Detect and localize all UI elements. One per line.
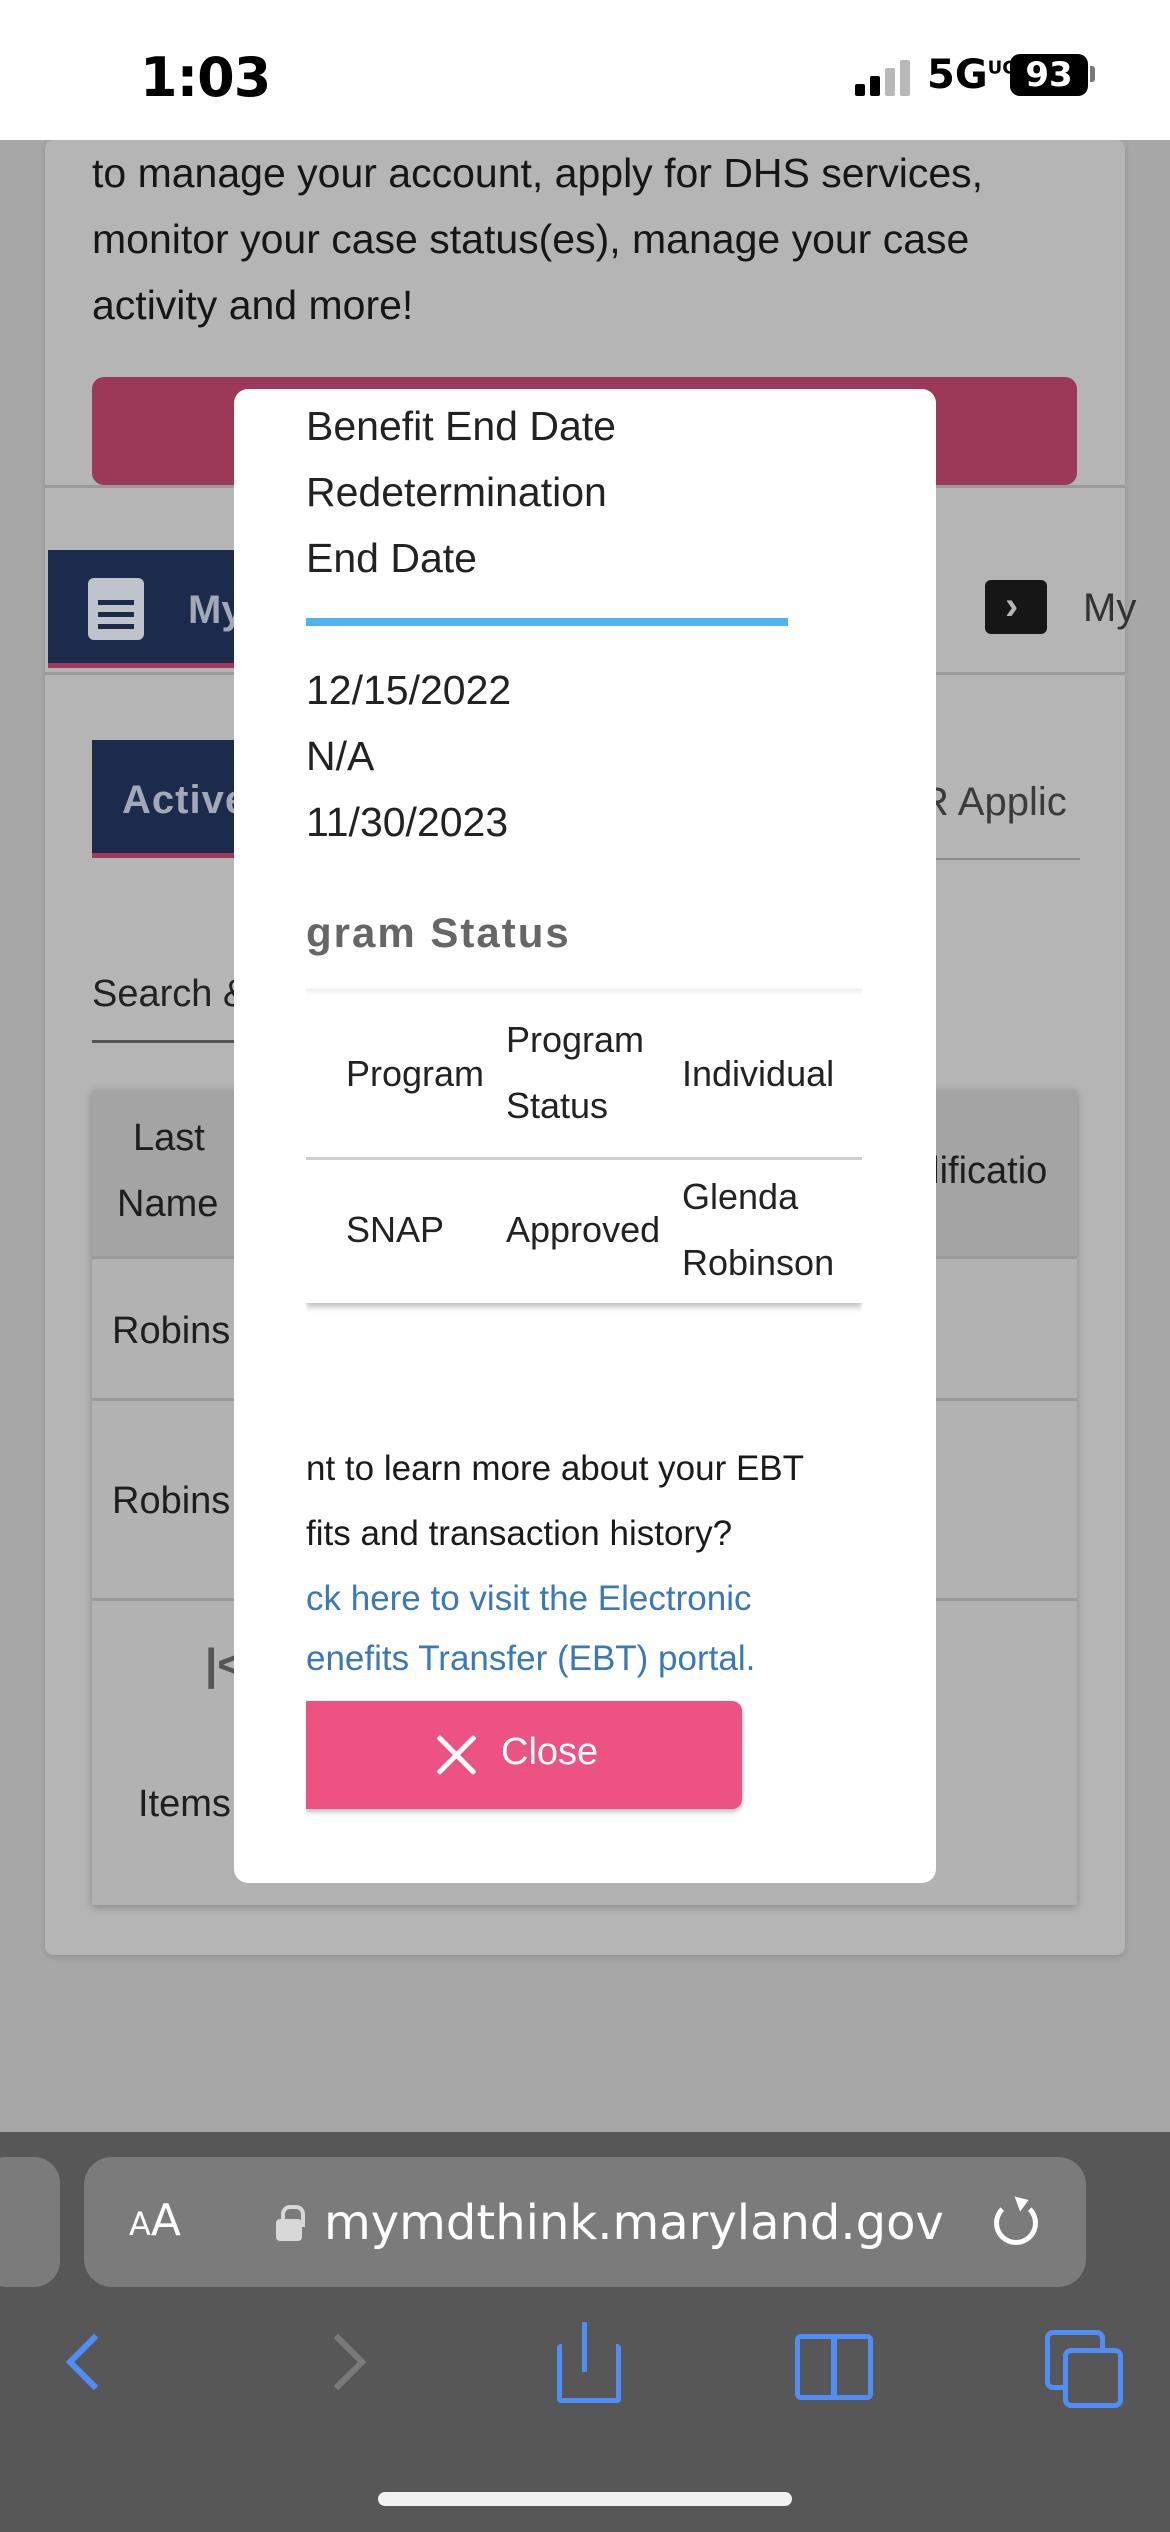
label-redetermination: Redetermination [306, 469, 607, 515]
program-status-heading: gram Status [306, 909, 571, 956]
header-name: Name [117, 1183, 219, 1225]
subtab-r-applications[interactable]: R Applic [920, 780, 1067, 825]
network-type: 5GUC [927, 52, 1016, 98]
table-row[interactable]: Robins [112, 1480, 230, 1523]
cellular-signal-icon [855, 58, 915, 96]
value-benefit-end-date: 12/15/2022 [306, 667, 512, 713]
td-individual: Glenda Robinson [682, 1176, 835, 1283]
ebt-portal-link[interactable]: ck here to visit the Electronic [306, 1579, 751, 1619]
home-indicator[interactable] [378, 2492, 792, 2506]
text-size-button[interactable]: AA [129, 2195, 181, 2246]
table-header-divider [306, 1157, 862, 1160]
table-row[interactable]: Robins [112, 1310, 230, 1353]
value-redetermination: N/A [306, 733, 375, 779]
items-per-page-label: Items [138, 1783, 231, 1825]
browser-toolbar: AA mymdthink.maryland.gov [0, 2132, 1170, 2532]
address-bar[interactable]: AA mymdthink.maryland.gov [84, 2157, 1086, 2287]
ebt-portal-link-line2[interactable]: enefits Transfer (EBT) portal. [306, 1639, 755, 1679]
back-icon[interactable] [60, 2322, 120, 2402]
program-status-table: Program Program Status Individual SNAP A… [306, 989, 862, 1303]
td-program-status: Approved [506, 1209, 661, 1250]
lock-icon [276, 2205, 305, 2241]
search-underline [92, 1040, 242, 1043]
subtab-active-label: Active [122, 778, 249, 822]
tabs-icon[interactable] [1045, 2322, 1123, 2408]
search-label[interactable]: Search & [92, 973, 248, 1016]
th-program: Program [346, 1053, 485, 1094]
forward-icon[interactable] [310, 2322, 370, 2402]
ebt-question-line1: nt to learn more about your EBT [306, 1449, 805, 1488]
label-end-date: End Date [306, 535, 477, 581]
close-button[interactable]: Close [306, 1701, 742, 1809]
battery-tip [1090, 66, 1095, 82]
header-last: Last [133, 1117, 205, 1159]
label-benefit-end-date: Benefit End Date [306, 403, 616, 449]
briefcase-icon [985, 580, 1047, 634]
table-top-shade [306, 989, 862, 995]
td-program: SNAP [346, 1209, 445, 1250]
th-program-status: Program Status [506, 1019, 645, 1126]
status-bar: 1:03 5GUC 93 [0, 0, 1170, 140]
reload-icon[interactable] [994, 2201, 1038, 2245]
section-divider [306, 618, 788, 626]
previous-tab-stub[interactable] [0, 2157, 60, 2287]
close-icon [434, 1733, 478, 1777]
ebt-question-line2: fits and transaction history? [306, 1514, 733, 1553]
tab-my-applications-label: My [1083, 586, 1137, 630]
th-individual: Individual [682, 1053, 835, 1094]
intro-text: to manage your account, apply for DHS se… [92, 150, 984, 328]
clock: 1:03 [140, 46, 271, 109]
battery-icon: 93 [1010, 54, 1088, 96]
value-end-date: 11/30/2023 [306, 799, 509, 845]
modal-content: Benefit End Date Redetermination End Dat… [306, 389, 862, 1883]
clipboard-icon [88, 578, 144, 640]
share-icon[interactable] [555, 2322, 621, 2403]
bookmarks-icon[interactable] [795, 2322, 873, 2402]
url-text[interactable]: mymdthink.maryland.gov [324, 2195, 944, 2251]
program-details-modal: Benefit End Date Redetermination End Dat… [234, 389, 936, 1883]
close-button-label: Close [501, 1731, 599, 1773]
